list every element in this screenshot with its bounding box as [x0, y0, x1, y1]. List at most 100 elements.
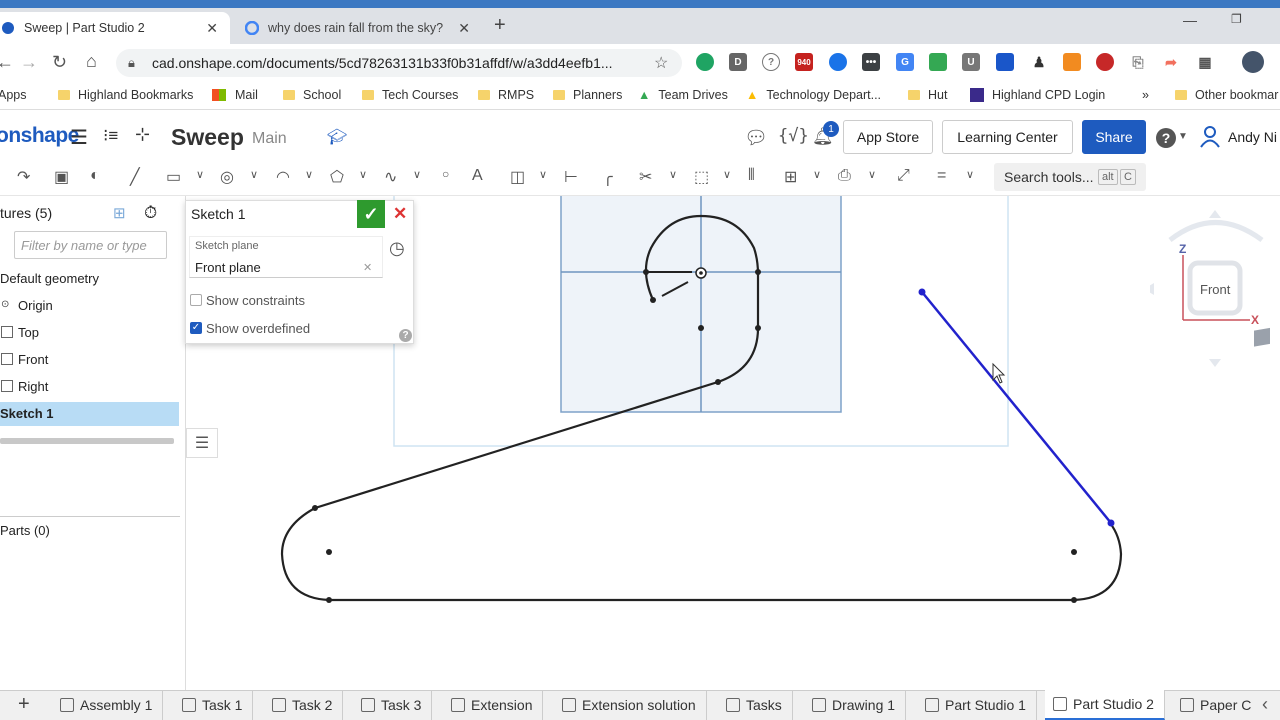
share-button[interactable]: Share: [1082, 120, 1146, 154]
tab-task-2[interactable]: Task 2: [264, 690, 344, 720]
tab-task-1[interactable]: Task 1: [174, 690, 254, 720]
construction-tool-icon[interactable]: ◫: [510, 167, 525, 187]
view-cube-front-label[interactable]: Front: [1200, 282, 1230, 297]
lock-icon[interactable]: 🔒︎: [128, 55, 135, 71]
spline-chevron-down-icon[interactable]: ∨: [413, 168, 421, 181]
branch-label[interactable]: Main: [252, 130, 287, 148]
gmail-icon[interactable]: 940: [795, 53, 813, 71]
trim-tool-icon[interactable]: ✂: [639, 167, 652, 187]
dxf-chevron-down-icon[interactable]: ∨: [868, 168, 876, 181]
trim-chevron-down-icon[interactable]: ∨: [669, 168, 677, 181]
menu-icon[interactable]: ☰: [70, 125, 88, 150]
scroll-tabs-left-icon[interactable]: ‹: [1262, 694, 1268, 715]
clear-plane-icon[interactable]: ✕: [363, 261, 372, 274]
app-store-button[interactable]: App Store: [843, 120, 933, 154]
extension-screen-icon[interactable]: [996, 53, 1014, 71]
home-icon[interactable]: ⌂: [86, 51, 97, 72]
bookmarks-overflow-icon[interactable]: »: [1142, 88, 1149, 102]
back-icon[interactable]: ←: [0, 52, 14, 73]
pattern-chevron-down-icon[interactable]: ∨: [813, 168, 821, 181]
help-icon[interactable]: ?: [1156, 128, 1176, 148]
rectangle-tool-icon[interactable]: ▭: [166, 167, 181, 187]
extension-d-icon[interactable]: D: [729, 53, 747, 71]
bookmark-highland[interactable]: Highland Bookmarks: [58, 88, 193, 102]
forward-icon[interactable]: →: [20, 52, 38, 73]
learning-center-button[interactable]: Learning Center: [942, 120, 1073, 154]
spline-tool-icon[interactable]: ∿: [384, 167, 397, 187]
polygon-chevron-down-icon[interactable]: ∨: [359, 168, 367, 181]
extension-figure-icon[interactable]: ♟: [1030, 53, 1048, 71]
extension-image-icon[interactable]: [929, 53, 947, 71]
sketch-save-icon[interactable]: ▣: [54, 167, 69, 187]
browser-tab-onshape[interactable]: Sweep | Part Studio 2 ✕: [0, 12, 230, 44]
line-tool-icon[interactable]: ╱: [130, 167, 140, 187]
extension-green-icon[interactable]: [696, 53, 714, 71]
fillet-tool-icon[interactable]: ╭: [603, 167, 613, 187]
bookmark-star-icon[interactable]: ☆: [654, 53, 668, 73]
help-chevron-down-icon[interactable]: ▼: [1178, 131, 1188, 142]
extension-dots-icon[interactable]: •••: [862, 53, 880, 71]
show-overdefined-checkbox[interactable]: ✓: [190, 322, 202, 334]
tab-task-3[interactable]: Task 3: [353, 690, 433, 720]
construction-chevron-down-icon[interactable]: ∨: [539, 168, 547, 181]
cancel-close-icon[interactable]: ✕: [393, 204, 407, 224]
bookmark-other[interactable]: Other bookmar: [1175, 88, 1278, 102]
circle-chevron-down-icon[interactable]: ∨: [250, 168, 258, 181]
dialog-help-icon[interactable]: ?: [399, 329, 412, 342]
polygon-tool-icon[interactable]: ⬠: [330, 167, 344, 187]
bookmark-apps[interactable]: Apps: [0, 88, 27, 102]
tab-drawing-1[interactable]: Drawing 1: [804, 690, 907, 720]
use-chevron-down-icon[interactable]: ∨: [723, 168, 731, 181]
tab-extension[interactable]: Extension: [443, 690, 544, 720]
dimension-tool-icon[interactable]: ⊢: [564, 167, 578, 187]
dxf-tool-icon[interactable]: ⎙: [838, 167, 851, 185]
restore-window-icon[interactable]: ❐: [1231, 12, 1242, 26]
bookmark-highland-cpd[interactable]: Highland CPD Login: [970, 88, 1105, 102]
tab-part-studio-2[interactable]: Part Studio 2: [1045, 690, 1165, 720]
user-avatar-icon[interactable]: [1198, 124, 1222, 148]
graduation-cap-icon[interactable]: 🎓︎: [327, 127, 347, 147]
reload-icon[interactable]: ↻: [52, 52, 67, 73]
bookmark-tech-courses[interactable]: Tech Courses: [362, 88, 458, 102]
feature-list-icon[interactable]: ⁝≡: [103, 126, 118, 146]
accept-check-icon[interactable]: ✓: [357, 200, 385, 228]
point-tool-icon[interactable]: ○: [442, 167, 449, 181]
extension-u-icon[interactable]: U: [962, 53, 980, 71]
show-constraints-checkbox[interactable]: [190, 294, 202, 306]
minimize-window-icon[interactable]: —: [1183, 12, 1197, 28]
translate-icon[interactable]: G: [896, 53, 914, 71]
extension-arrow-icon[interactable]: ➦: [1162, 53, 1180, 71]
use-tool-icon[interactable]: ⬚: [694, 167, 709, 187]
extensions-grid-icon[interactable]: ▦: [1196, 53, 1214, 71]
user-name[interactable]: Andy Ni: [1228, 129, 1277, 145]
variables-icon[interactable]: {√}: [778, 126, 809, 146]
pattern-tool-icon[interactable]: ⊞: [784, 167, 797, 187]
bookmark-team-drives[interactable]: ▲ Team Drives: [638, 88, 728, 102]
transform-tool-icon[interactable]: ⤢: [897, 167, 910, 185]
tab-assembly-1[interactable]: Assembly 1: [52, 690, 164, 720]
mirror-tool-icon[interactable]: ⫴: [748, 167, 755, 185]
tab-extension-solution[interactable]: Extension solution: [554, 690, 707, 720]
extension-help-icon[interactable]: ?: [762, 53, 780, 71]
tab-tasks[interactable]: Tasks: [718, 690, 793, 720]
browser-tab-google[interactable]: why does rain fall from the sky? - ✕: [234, 12, 482, 44]
bookmark-rmps[interactable]: RMPS: [478, 88, 534, 102]
extension-puzzle-red-icon[interactable]: [1096, 53, 1114, 71]
arc-tool-icon[interactable]: ◠: [276, 167, 290, 187]
arc-chevron-down-icon[interactable]: ∨: [305, 168, 313, 181]
text-tool-icon[interactable]: A: [472, 167, 483, 185]
profile-avatar[interactable]: [1242, 51, 1264, 73]
close-tab-icon[interactable]: ✕: [206, 20, 218, 37]
redo-icon[interactable]: ↷: [17, 167, 30, 187]
constraint-equal-icon[interactable]: =: [937, 167, 946, 185]
bookmark-mail[interactable]: Mail: [212, 88, 258, 102]
tab-part-studio-1[interactable]: Part Studio 1: [917, 690, 1037, 720]
bookmark-technology[interactable]: ▲ Technology Depart...: [746, 88, 881, 102]
history-clock-icon[interactable]: ◷: [389, 238, 405, 259]
bookmark-school[interactable]: School: [283, 88, 341, 102]
close-tab-icon[interactable]: ✕: [458, 20, 470, 37]
sketch-color-icon[interactable]: ◐: [90, 167, 100, 185]
extension-search-icon[interactable]: [1063, 53, 1081, 71]
document-title[interactable]: Sweep: [171, 124, 244, 151]
insert-icon[interactable]: ⊹: [135, 124, 150, 145]
